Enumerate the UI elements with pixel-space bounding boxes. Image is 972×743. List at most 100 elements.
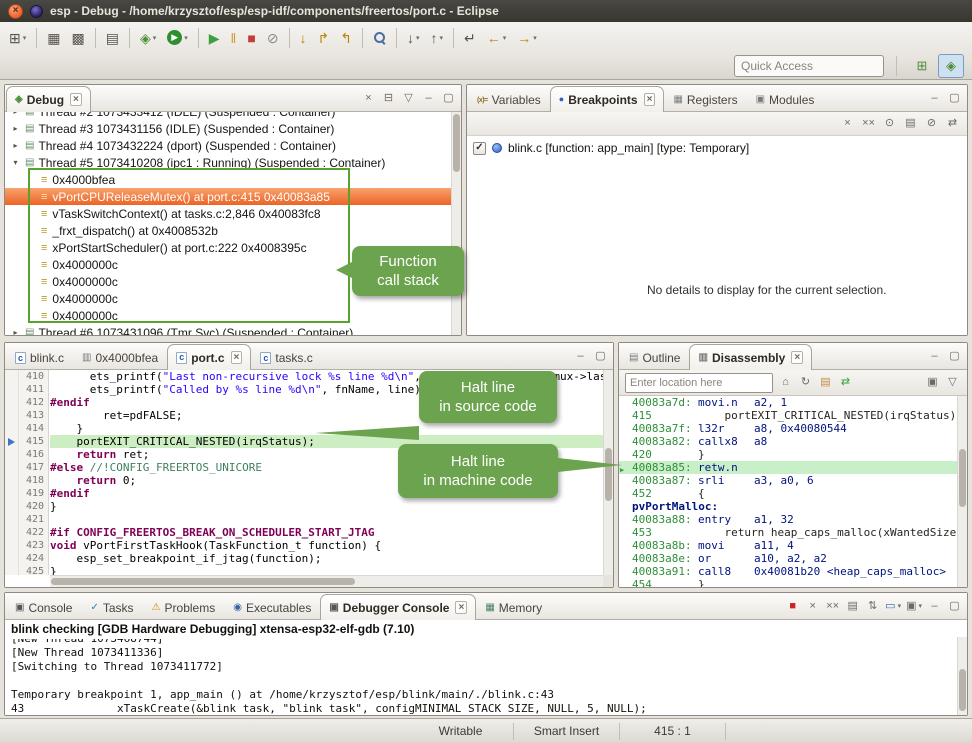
debug-thread-row[interactable]: ▸▤Thread #4 1073432224 (dport) (Suspende…	[5, 137, 461, 154]
disasm-instruction-row[interactable]: 40083a88:entrya1, 32	[619, 513, 957, 526]
disasm-instruction-row[interactable]: 40083a8b:movia11, 4	[619, 539, 957, 552]
twistie-icon[interactable]: ▸	[10, 124, 21, 133]
save-all-button[interactable]: ▩	[66, 26, 89, 50]
maximize-button[interactable]: ▢	[592, 347, 609, 365]
code-line[interactable]: }	[50, 565, 603, 575]
code-line[interactable]: esp_set_breakpoint_if_jtag(function);	[50, 552, 603, 565]
clear-console-button[interactable]: ▤	[844, 597, 861, 615]
scrollbar-thumb[interactable]	[959, 669, 966, 711]
code-line[interactable]	[50, 513, 603, 526]
remove-all-terminated-launches-button[interactable]: ××	[824, 597, 841, 615]
debug-thread-row[interactable]: ▸▤Thread #3 1073431156 (IDLE) (Suspended…	[5, 120, 461, 137]
debug-thread-row[interactable]: ▸▤Thread #6 1073431096 (Tmr Svc) (Suspen…	[5, 324, 461, 335]
skip-all-breakpoints-button[interactable]: ⊘	[923, 115, 940, 133]
remove-all-terminated-button[interactable]: ×	[360, 89, 377, 107]
disassembly-scrollbar[interactable]	[957, 396, 967, 587]
code-line[interactable]: #if CONFIG_FREERTOS_BREAK_ON_SCHEDULER_S…	[50, 526, 603, 539]
disconnect-button[interactable]: ⊘	[262, 26, 284, 50]
terminate-button[interactable]: ■	[242, 26, 260, 50]
tab-port-c[interactable]: cport.c×	[167, 344, 251, 370]
close-tab-icon[interactable]: ×	[644, 93, 656, 106]
tab-blink-c[interactable]: cblink.c	[6, 346, 73, 369]
minimize-button[interactable]: –	[926, 89, 943, 107]
close-tab-icon[interactable]: ×	[231, 351, 243, 364]
tab-variables[interactable]: (x)=Variables	[468, 88, 550, 111]
disasm-source-row[interactable]: 420}	[619, 448, 957, 461]
stack-frame-row[interactable]: ≡_frxt_dispatch() at 0x4008532b	[5, 222, 461, 239]
disasm-instruction-row[interactable]: 40083a85:retw.n▶	[619, 461, 957, 474]
scroll-lock-button[interactable]: ⇅	[864, 597, 881, 615]
window-close-button[interactable]: ×	[8, 4, 23, 19]
minimize-button[interactable]: –	[572, 347, 589, 365]
debug-button[interactable]: ◈▾	[135, 26, 161, 50]
disasm-instruction-row[interactable]: 40083a91:call80x40081b20 <heap_caps_mall…	[619, 565, 957, 578]
disasm-instruction-row[interactable]: 40083a82:callx8a8	[619, 435, 957, 448]
disasm-source-row[interactable]: 454}	[619, 578, 957, 587]
twistie-icon[interactable]: ▸	[10, 141, 21, 150]
minimize-button[interactable]: –	[926, 347, 943, 365]
step-into-button[interactable]: ↓	[295, 26, 312, 50]
forward-button[interactable]: →▾	[512, 26, 542, 50]
debug-perspective-button[interactable]: ◈	[938, 54, 964, 78]
disasm-instruction-row[interactable]: 40083a7d:movi.na2, 1	[619, 396, 957, 409]
maximize-button[interactable]: ▢	[946, 89, 963, 107]
stack-frame-row[interactable]: ≡vTaskSwitchContext() at tasks.c:2,846 0…	[5, 205, 461, 222]
tab-memory[interactable]: ▦Memory	[476, 596, 551, 619]
minimize-button[interactable]: –	[926, 597, 943, 615]
tab-debug[interactable]: ◈Debug×	[6, 86, 91, 112]
breakpoints-list[interactable]: ✓blink.c [function: app_main] [type: Tem…	[467, 136, 967, 335]
disassembly-listing[interactable]: 40083a7d:movi.na2, 1415 portEXIT_CRITICA…	[619, 396, 957, 587]
sync-with-active-debug-context-button[interactable]: ⇄	[837, 374, 854, 392]
open-new-view-button[interactable]: ▣	[924, 374, 941, 392]
editor-vertical-scrollbar[interactable]	[603, 370, 613, 575]
link-with-debug-view-button[interactable]: ⇄	[944, 115, 961, 133]
step-over-button[interactable]: ↱	[313, 26, 335, 50]
view-menu-button[interactable]: ▽	[400, 89, 417, 107]
go-to-file-for-breakpoint-button[interactable]: ▤	[902, 115, 919, 133]
tab-outline[interactable]: ▤Outline	[620, 346, 689, 369]
close-tab-icon[interactable]: ×	[70, 93, 82, 106]
refresh-button[interactable]: ↻	[797, 374, 814, 392]
open-perspective-button[interactable]: ⊞	[909, 54, 935, 78]
twistie-icon[interactable]: ▾	[10, 158, 21, 167]
next-annotation-button[interactable]: ↓▾	[402, 26, 425, 50]
tab-executables[interactable]: ◉Executables	[224, 596, 320, 619]
tab-disassembly[interactable]: ▥Disassembly×	[689, 344, 812, 370]
debug-thread-row[interactable]: ▸▤Thread #2 1073433412 (IDLE) (Suspended…	[5, 112, 461, 120]
editor-horizontal-scrollbar[interactable]	[50, 575, 603, 587]
breakpoint-checkbox[interactable]: ✓	[473, 142, 486, 155]
new-button[interactable]: ⊞▾	[4, 26, 31, 50]
tab-0x4000bfea[interactable]: ▥0x4000bfea	[73, 346, 167, 369]
save-button[interactable]: ▦	[42, 26, 65, 50]
debug-scrollbar[interactable]	[451, 112, 461, 335]
run-button[interactable]: ▶▾	[162, 26, 193, 50]
annotation-ruler[interactable]	[5, 370, 19, 575]
minimize-button[interactable]: –	[420, 89, 437, 107]
back-button[interactable]: ←▾	[482, 26, 512, 50]
previous-annotation-button[interactable]: ↑▾	[426, 26, 449, 50]
close-tab-icon[interactable]: ×	[791, 351, 803, 364]
disasm-instruction-row[interactable]: 40083a8e:ora10, a2, a2	[619, 552, 957, 565]
last-edit-location-button[interactable]: ↵	[459, 26, 481, 50]
suspend-button[interactable]: ‖	[226, 26, 242, 50]
view-menu-button[interactable]: ▽	[944, 374, 961, 392]
breakpoint-item[interactable]: ✓blink.c [function: app_main] [type: Tem…	[467, 136, 967, 155]
maximize-button[interactable]: ▢	[946, 347, 963, 365]
disasm-instruction-row[interactable]: 40083a7f:l32ra8, 0x40080544	[619, 422, 957, 435]
remove-all-breakpoints-button[interactable]: ××	[860, 115, 877, 133]
collapse-all-button[interactable]: ⊟	[380, 89, 397, 107]
twistie-icon[interactable]: ▸	[10, 112, 21, 116]
disasm-source-row[interactable]: 415 portEXIT_CRITICAL_NESTED(irqStatus);	[619, 409, 957, 422]
tab-problems[interactable]: ⚠Problems	[143, 596, 225, 619]
disasm-label-row[interactable]: pvPortMalloc:	[619, 500, 957, 513]
show-breakpoints-supported-button[interactable]: ⊙	[881, 115, 898, 133]
line-number-ruler[interactable]: 4104114124134144154164174184194204214224…	[19, 370, 49, 575]
resume-button[interactable]: ▶	[204, 26, 225, 50]
scrollbar-thumb[interactable]	[959, 449, 966, 506]
tab-console[interactable]: ▣Console	[6, 596, 81, 619]
search-button[interactable]	[368, 26, 391, 50]
tab-tasks-c[interactable]: ctasks.c	[251, 346, 321, 369]
scrollbar-thumb[interactable]	[453, 114, 460, 172]
quick-access-input[interactable]	[734, 55, 884, 77]
home-button[interactable]: ⌂	[777, 374, 794, 392]
